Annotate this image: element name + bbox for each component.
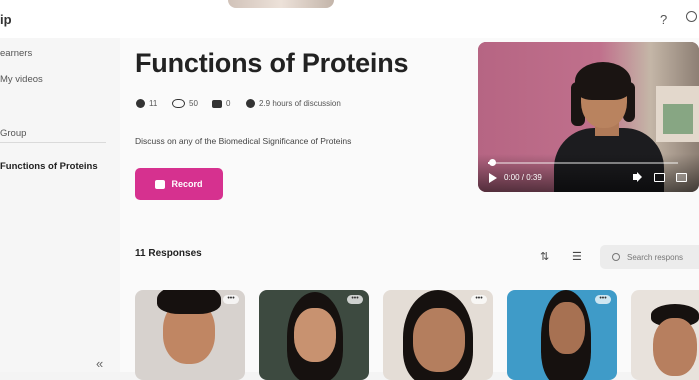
- camera-icon: [155, 179, 166, 189]
- thumbnail-hair: [157, 290, 221, 314]
- sidebar-item-my-videos[interactable]: My videos: [0, 74, 43, 85]
- record-button[interactable]: Record: [135, 168, 223, 200]
- thumbnail-face: [653, 318, 697, 376]
- video-frame-hair-top: [575, 62, 631, 100]
- video-time: 0:00 / 0:39: [504, 173, 542, 182]
- record-button-label: Record: [171, 179, 203, 189]
- sort-icon[interactable]: ⇅: [540, 250, 549, 263]
- stat-duration: 2.9 hours of discussion: [246, 99, 341, 109]
- main-content: Functions of Proteins 11 50 0 2.9 hours …: [120, 38, 699, 380]
- search-icon[interactable]: [686, 11, 697, 22]
- stat-comments-value: 0: [226, 99, 231, 108]
- fullscreen-icon[interactable]: [676, 173, 687, 182]
- play-icon[interactable]: [489, 173, 497, 183]
- sidebar-divider: [0, 142, 106, 143]
- responses-search-input[interactable]: Search respons: [600, 245, 699, 269]
- response-thumbnail[interactable]: •••: [259, 290, 369, 380]
- stat-videos-value: 11: [149, 99, 158, 108]
- help-icon[interactable]: ?: [660, 12, 667, 27]
- stat-videos: 11: [136, 99, 158, 109]
- top-bar: ip ?: [0, 0, 699, 38]
- stat-comments: 0: [212, 99, 230, 108]
- more-options-icon[interactable]: •••: [223, 295, 239, 304]
- topic-video-player[interactable]: 0:00 / 0:39: [478, 42, 699, 192]
- webcam-preview-peek: [228, 0, 334, 8]
- picture-in-picture-icon[interactable]: [654, 173, 665, 182]
- video-frame-plant: [663, 104, 693, 134]
- response-thumbnail[interactable]: •••: [135, 290, 245, 380]
- volume-icon[interactable]: [633, 172, 642, 182]
- clock-icon: [246, 99, 255, 109]
- video-progress-bar[interactable]: [488, 159, 678, 166]
- search-placeholder: Search respons: [627, 253, 684, 262]
- response-thumbnail[interactable]: •••: [383, 290, 493, 380]
- sidebar-item-learners[interactable]: earners: [0, 48, 32, 59]
- thumbnail-face: [549, 302, 585, 354]
- sidebar: earners My videos Group Functions of Pro…: [0, 38, 120, 372]
- more-options-icon[interactable]: •••: [595, 295, 611, 304]
- sidebar-item-group[interactable]: Group: [0, 128, 26, 139]
- eye-icon: [172, 99, 185, 109]
- video-icon: [136, 99, 145, 109]
- list-view-icon[interactable]: ☰: [572, 250, 582, 263]
- search-icon: [612, 253, 620, 261]
- app-brand[interactable]: ip: [0, 12, 12, 27]
- video-progress-handle[interactable]: [488, 159, 496, 166]
- more-options-icon[interactable]: •••: [347, 295, 363, 304]
- page-title: Functions of Proteins: [135, 48, 409, 78]
- response-thumbnail[interactable]: [631, 290, 699, 380]
- thumbnail-face: [413, 308, 465, 372]
- more-options-icon[interactable]: •••: [471, 295, 487, 304]
- comment-icon: [212, 99, 222, 108]
- responses-heading: 11 Responses: [135, 248, 202, 259]
- thumbnail-face: [294, 308, 336, 362]
- topic-description: Discuss on any of the Biomedical Signifi…: [135, 136, 352, 146]
- stat-views-value: 50: [189, 99, 198, 108]
- stat-views: 50: [172, 99, 198, 109]
- sidebar-item-functions-of-proteins[interactable]: Functions of Proteins: [0, 161, 98, 172]
- collapse-sidebar-icon[interactable]: «: [96, 356, 103, 371]
- response-thumbnail[interactable]: •••: [507, 290, 617, 380]
- stat-duration-value: 2.9 hours of discussion: [259, 99, 341, 108]
